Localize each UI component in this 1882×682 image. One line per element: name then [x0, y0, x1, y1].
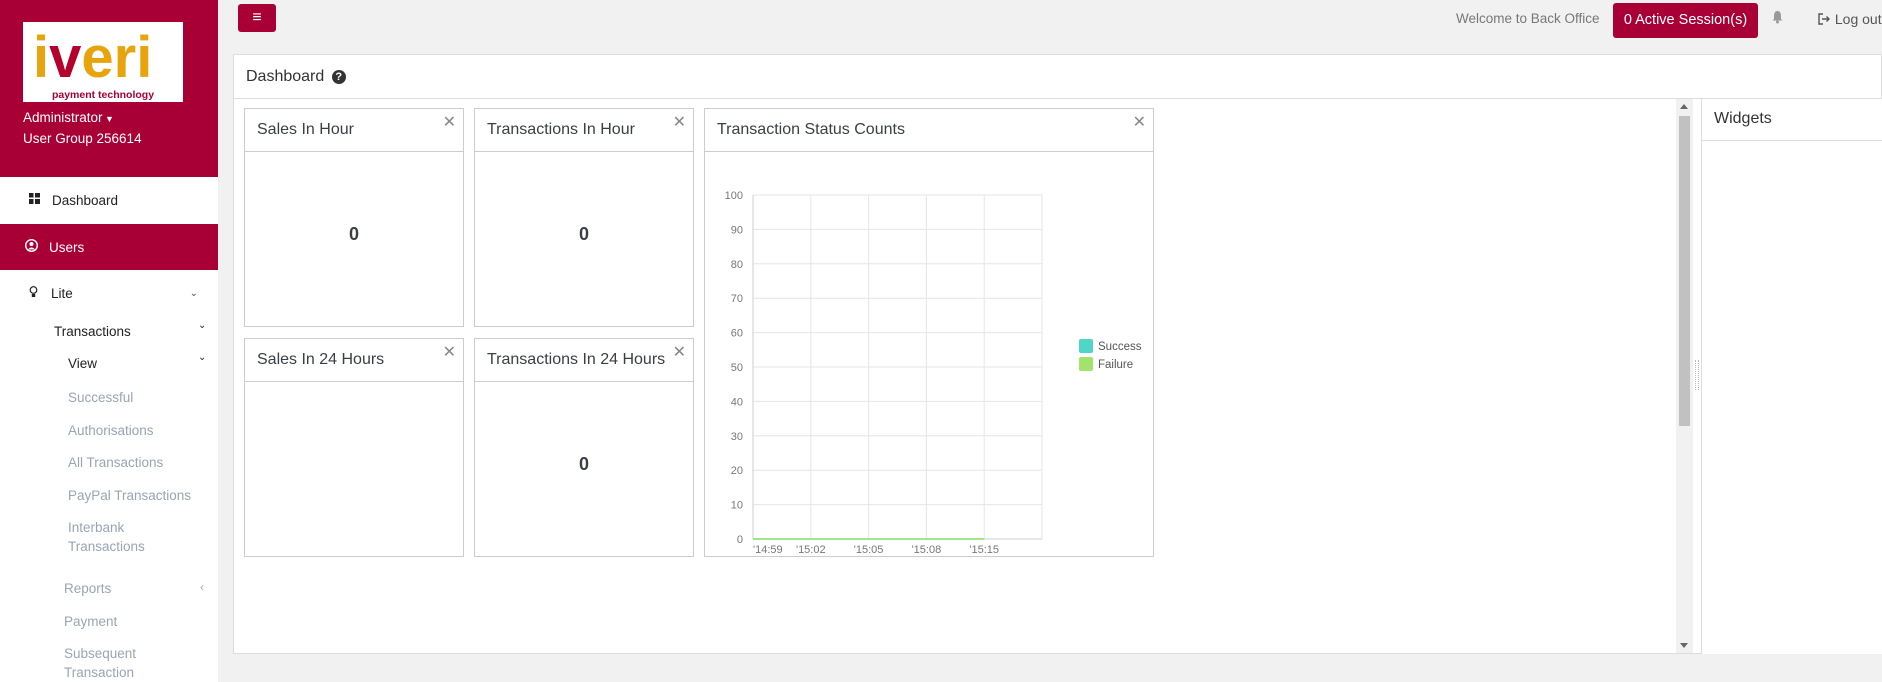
y-tick-label: 100	[725, 190, 743, 202]
close-icon[interactable]: ✕	[443, 112, 456, 132]
scroll-up-icon[interactable]	[1680, 104, 1688, 109]
chevron-down-icon: ⌄	[189, 287, 198, 299]
sidebar: iveri payment technology Administrator ▼…	[0, 0, 218, 682]
logout-label: Log out	[1834, 11, 1882, 27]
help-icon[interactable]: ?	[331, 70, 346, 84]
legend-label: Failure	[1098, 359, 1133, 371]
lightbulb-icon	[25, 285, 41, 301]
widget-title: Transactions In Hour	[475, 109, 693, 152]
legend-swatch	[1079, 339, 1093, 353]
sidebar-item-users[interactable]: Users	[0, 224, 218, 270]
bell-icon[interactable]	[1771, 10, 1784, 28]
sidebar-item-label: Dashboard	[52, 192, 119, 208]
logo: iveri payment technology	[23, 22, 183, 102]
active-sessions-button[interactable]: 0 Active Session(s)	[1613, 3, 1758, 38]
page-title: Dashboard	[246, 68, 325, 85]
menu-toggle-button[interactable]: ≡	[238, 4, 276, 32]
sidebar-item-subsequent-line2[interactable]: Transaction	[64, 665, 134, 680]
widget-title: Transaction Status Counts	[705, 109, 1153, 152]
y-tick-label: 80	[731, 259, 743, 271]
sidebar-item-view[interactable]: View	[68, 356, 97, 371]
logo-wordmark: iveri	[33, 25, 153, 90]
x-tick-label: '15:05	[854, 544, 884, 556]
widget-sales-in-24-hours: Sales In 24 Hours ✕	[244, 338, 464, 557]
scrollbar-thumb[interactable]	[1679, 116, 1690, 426]
sidebar-item-subsequent[interactable]: Subsequent	[64, 646, 136, 661]
sidebar-item-all-transactions[interactable]: All Transactions	[68, 455, 163, 470]
y-tick-label: 70	[731, 293, 743, 305]
y-tick-label: 60	[731, 328, 743, 340]
sidebar-item-successful[interactable]: Successful	[68, 390, 133, 405]
vertical-scrollbar[interactable]	[1676, 99, 1693, 653]
widget-transactions-in-24-hours: Transactions In 24 Hours ✕ 0	[474, 338, 694, 557]
sidebar-item-label: Lite	[51, 285, 73, 301]
widgets-panel: Widgets	[1701, 99, 1882, 654]
sidebar-item-label: Users	[49, 239, 85, 255]
user-name: Administrator	[23, 110, 103, 125]
panel-resize-handle[interactable]	[1695, 360, 1699, 390]
x-tick-label: '15:08	[912, 544, 942, 556]
sidebar-item-authorisations[interactable]: Authorisations	[68, 423, 154, 438]
chevron-left-icon: ‹	[200, 580, 204, 594]
widget-title: Sales In 24 Hours	[245, 339, 463, 382]
widget-transaction-status-counts: Transaction Status Counts ✕ 0 10 20 30 40 50 6…	[704, 108, 1154, 557]
sign-out-icon	[1818, 11, 1835, 27]
y-tick-label: 10	[731, 500, 743, 512]
legend-swatch	[1079, 357, 1093, 371]
user-circle-icon	[23, 238, 39, 255]
sidebar-item-lite[interactable]: Lite ⌄	[0, 280, 218, 306]
sidebar-item-payment[interactable]: Payment	[64, 614, 117, 629]
dashboard-header: Dashboard ?	[234, 55, 1881, 99]
caret-down-icon: ▼	[102, 114, 114, 124]
widget-value: 0	[348, 224, 359, 244]
sidebar-item-reports[interactable]: Reports	[64, 581, 111, 596]
widget-sales-in-hour: Sales In Hour ✕ 0	[244, 108, 464, 327]
logo-tagline: payment technology	[51, 89, 155, 101]
sidebar-item-paypal-transactions[interactable]: PayPal Transactions	[68, 488, 191, 503]
legend-label: Success	[1098, 341, 1142, 353]
chevron-down-icon: ⌄	[198, 320, 207, 331]
user-menu[interactable]: Administrator ▼ User Group 256614	[23, 108, 218, 148]
widget-title: Sales In Hour	[245, 109, 463, 152]
y-tick-label: 20	[731, 465, 743, 477]
y-tick-label: 50	[731, 362, 743, 374]
dashboard-icon	[26, 193, 42, 207]
sidebar-item-dashboard[interactable]: Dashboard	[0, 181, 218, 219]
y-tick-label: 90	[731, 224, 743, 236]
hamburger-icon: ≡	[252, 9, 262, 26]
sidebar-item-interbank-line2[interactable]: Transactions	[68, 539, 145, 554]
widgets-panel-title: Widgets	[1702, 99, 1882, 141]
welcome-text: Welcome to Back Office	[1456, 11, 1600, 26]
user-group: User Group 256614	[23, 131, 142, 146]
x-tick-label: '14:59	[753, 544, 783, 556]
sidebar-header: iveri payment technology Administrator ▼…	[0, 0, 218, 177]
logout-link[interactable]: Log out	[1818, 11, 1882, 27]
close-icon[interactable]: ✕	[673, 342, 686, 362]
close-icon[interactable]: ✕	[1133, 112, 1146, 132]
y-tick-label: 0	[737, 534, 743, 546]
chevron-down-icon: ⌄	[198, 352, 207, 363]
widget-value: 0	[578, 454, 589, 474]
close-icon[interactable]: ✕	[673, 112, 686, 132]
status-chart: 0 10 20 30 40 50 60 70 80 90 100 '14:59 '15:02 '15:05…	[725, 190, 1142, 556]
widget-value: 0	[578, 224, 589, 244]
x-tick-label: '15:15	[969, 544, 999, 556]
widget-transactions-in-hour: Transactions In Hour ✕ 0	[474, 108, 694, 327]
y-tick-label: 30	[731, 431, 743, 443]
widget-title: Transactions In 24 Hours	[475, 339, 693, 382]
sidebar-item-transactions[interactable]: Transactions	[54, 324, 131, 339]
close-icon[interactable]: ✕	[443, 342, 456, 362]
scroll-down-icon[interactable]	[1680, 643, 1688, 648]
x-tick-label: '15:02	[796, 544, 826, 556]
y-tick-label: 40	[731, 396, 743, 408]
user-name-dropdown[interactable]: Administrator ▼	[23, 108, 218, 129]
sidebar-item-interbank[interactable]: Interbank	[68, 520, 124, 535]
